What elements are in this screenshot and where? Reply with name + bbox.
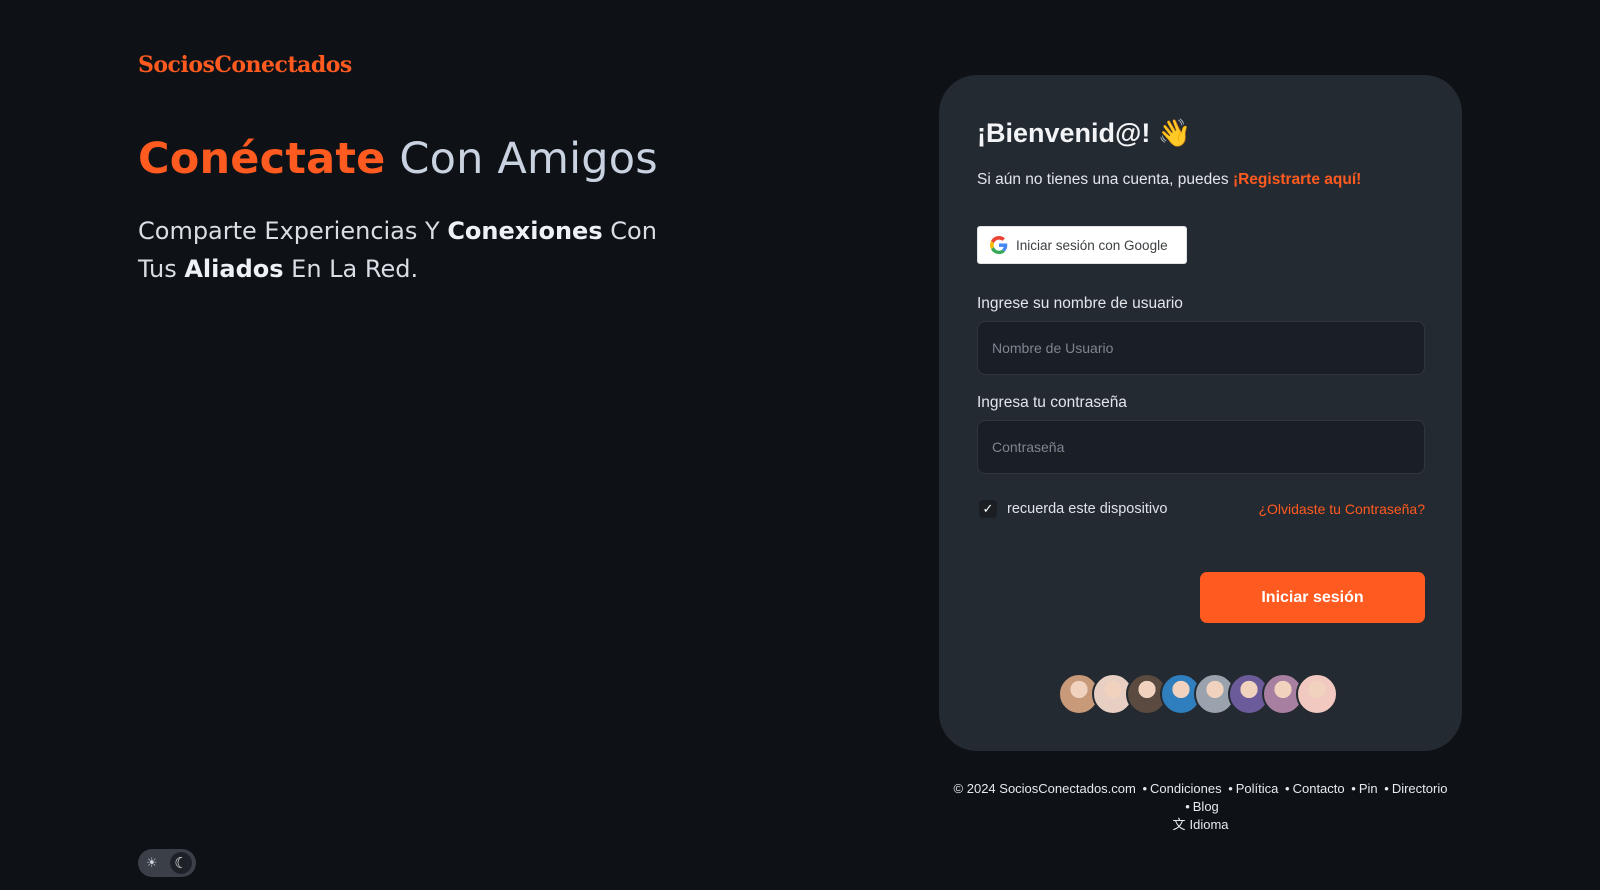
footer-link-politica[interactable]: Política: [1236, 781, 1279, 796]
avatar-8: [1296, 673, 1338, 715]
hero-title-rest: Con Amigos: [399, 134, 658, 184]
footer: © 2024 SociosConectados.com • Condiciones…: [939, 780, 1462, 834]
hero-subtitle-bold: Conexiones: [447, 217, 603, 245]
footer-link-directorio[interactable]: Directorio: [1392, 781, 1448, 796]
language-selector[interactable]: 文 Idioma: [1172, 816, 1228, 834]
separator: •: [1351, 781, 1356, 796]
theme-toggle[interactable]: ☀ ☾: [138, 849, 196, 877]
password-input[interactable]: [977, 420, 1425, 474]
footer-link-condiciones[interactable]: Condiciones: [1150, 781, 1222, 796]
remember-device-label: recuerda este dispositivo: [1007, 501, 1168, 517]
remember-device-checkbox[interactable]: ✓ recuerda este dispositivo: [977, 500, 1167, 518]
footer-links-row: © 2024 SociosConectados.com • Condiciones…: [939, 780, 1462, 798]
username-input[interactable]: [977, 321, 1425, 375]
copyright: © 2024 SociosConectados.com: [953, 781, 1136, 796]
login-button[interactable]: Iniciar sesión: [1200, 572, 1425, 623]
language-label: Idioma: [1189, 817, 1229, 832]
separator: •: [1384, 781, 1389, 796]
username-label: Ingrese su nombre de usuario: [977, 295, 1183, 312]
forgot-password-link[interactable]: ¿Olvidaste tu Contraseña?: [1258, 501, 1425, 517]
login-card: ¡Bienvenid@! 👋 Si aún no tienes una cuen…: [939, 75, 1462, 751]
hero-title: Conéctate Con Amigos: [138, 134, 658, 184]
google-signin-label: Iniciar sesión con Google: [1016, 237, 1168, 253]
footer-link-pin[interactable]: Pin: [1359, 781, 1378, 796]
sun-icon: ☀: [146, 855, 158, 870]
footer-language-row: 文 Idioma: [939, 816, 1462, 834]
separator: •: [1228, 781, 1233, 796]
separator: •: [1185, 799, 1190, 814]
footer-link-blog[interactable]: Blog: [1193, 799, 1219, 814]
google-signin-button[interactable]: Iniciar sesión con Google: [977, 226, 1187, 264]
footer-blog-row: • Blog: [939, 798, 1462, 816]
moon-icon: ☾: [170, 852, 192, 874]
separator: •: [1142, 781, 1148, 796]
hero-subtitle-text: Comparte Experiencias Y: [138, 217, 448, 245]
footer-link-contacto[interactable]: Contacto: [1293, 781, 1345, 796]
hero-subtitle-bold: Aliados: [184, 255, 284, 283]
password-label: Ingresa tu contraseña: [977, 394, 1127, 411]
welcome-heading: ¡Bienvenid@! 👋: [977, 118, 1192, 148]
separator: •: [1285, 781, 1290, 796]
hero-title-accent: Conéctate: [138, 134, 386, 184]
hero-subtitle: Comparte Experiencias Y Conexiones Con T…: [138, 212, 698, 288]
register-link[interactable]: ¡Registrarte aquí!: [1233, 171, 1361, 188]
google-icon: [990, 236, 1008, 254]
register-prefix: Si aún no tienes una cuenta, puedes: [977, 171, 1233, 188]
brand-logo[interactable]: SociosConectados: [138, 52, 352, 78]
avatar-group: [1058, 673, 1338, 715]
hero-subtitle-text: En La Red.: [283, 255, 419, 283]
checkmark-icon: ✓: [979, 500, 997, 518]
translate-icon: 文: [1172, 817, 1186, 832]
register-prompt: Si aún no tienes una cuenta, puedes ¡Reg…: [977, 171, 1361, 189]
